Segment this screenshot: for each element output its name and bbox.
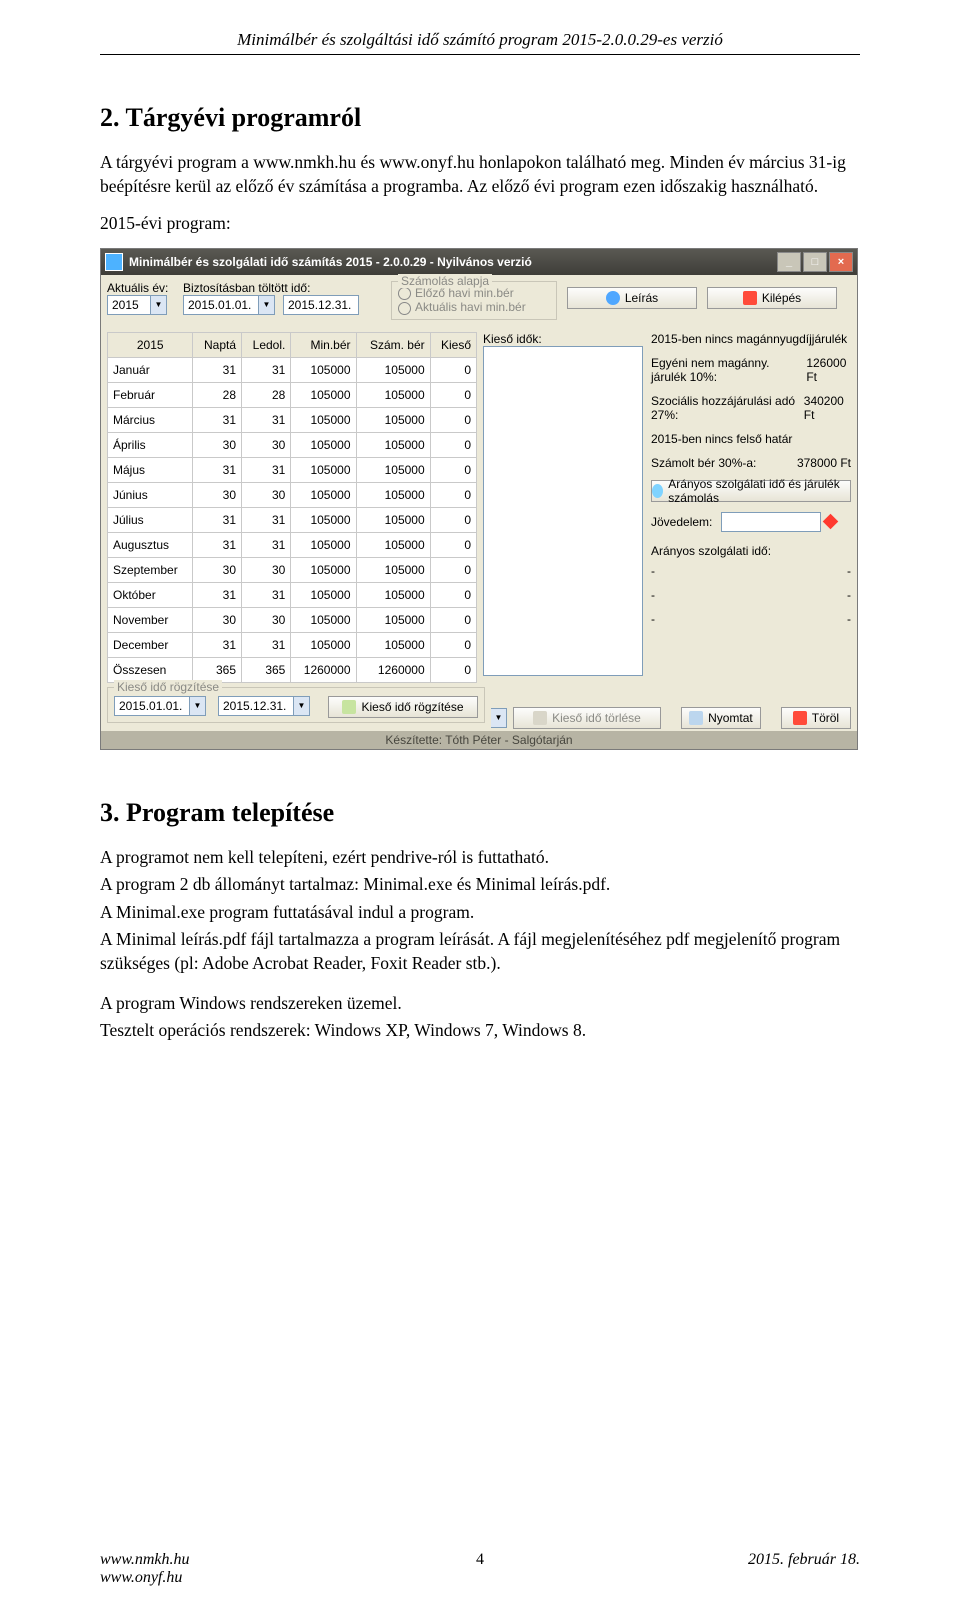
year-combo[interactable]: 2015 — [107, 295, 151, 315]
window-title: Minimálbér és szolgálati idő számítás 20… — [129, 255, 532, 269]
section3-title: 3. Program telepítése — [100, 798, 860, 828]
kieso-rogzit-button[interactable]: Kieső idő rögzítése — [328, 696, 478, 718]
nyomtat-button[interactable]: Nyomtat — [681, 707, 761, 729]
dash-row: -- — [651, 588, 851, 602]
section3-p3: A Minimal.exe program futtatásával indul… — [100, 901, 860, 925]
label-jovedelem: Jövedelem: — [651, 515, 721, 529]
chevron-down-icon[interactable]: ▼ — [491, 708, 507, 728]
right-line1: 2015-ben nincs magánnyugdíjjárulék — [651, 332, 851, 346]
close-button[interactable]: × — [829, 252, 853, 272]
right-line3: Szociális hozzájárulási adó 27%:340200 F… — [651, 394, 851, 422]
table-row: November30301050001050000 — [108, 607, 477, 632]
chevron-down-icon[interactable]: ▼ — [190, 696, 206, 716]
table-row: Február28281050001050000 — [108, 382, 477, 407]
dash-row: -- — [651, 564, 851, 578]
table-row: December31311050001050000 — [108, 632, 477, 657]
section3-p2: A program 2 db állományt tartalmaz: Mini… — [100, 873, 860, 897]
delete-icon — [533, 711, 547, 725]
app-screenshot: Minimálbér és szolgálati idő számítás 20… — [100, 248, 860, 750]
right-line2: Egyéni nem magánny. járulék 10%:126000 F… — [651, 356, 851, 384]
table-row: Július31311050001050000 — [108, 507, 477, 532]
app-icon — [105, 253, 123, 271]
aranyos-button[interactable]: Arányos szolgálati idő és járulék számol… — [651, 480, 851, 502]
section2-para: A tárgyévi program a www.nmkh.hu és www.… — [100, 151, 860, 198]
torol-button[interactable]: Töröl — [781, 707, 851, 729]
dash-row: -- — [651, 612, 851, 626]
label-bizt: Biztosításban töltött idő: — [183, 281, 383, 295]
radio-elozo: Előző havi min.bér — [398, 286, 550, 300]
section3-p5: A program Windows rendszereken üzemel. — [100, 992, 860, 1016]
kieso-listbox[interactable] — [483, 346, 643, 676]
kieso-to[interactable]: 2015.12.31. — [218, 696, 294, 716]
play-icon[interactable] — [823, 514, 839, 530]
label-aranyos-ido: Arányos szolgálati idő: — [651, 544, 851, 558]
page-number: 4 — [100, 1551, 860, 1569]
leiras-button[interactable]: Leírás — [567, 287, 697, 309]
save-icon — [342, 700, 356, 714]
table-row: Augusztus31311050001050000 — [108, 532, 477, 557]
section2-line2: 2015-évi program: — [100, 212, 860, 236]
chevron-down-icon[interactable]: ▼ — [294, 696, 310, 716]
chevron-down-icon[interactable]: ▼ — [259, 295, 275, 315]
refresh-icon — [652, 484, 663, 498]
table-row: Összesen365365126000012600000 — [108, 657, 477, 682]
kieso-from[interactable]: 2015.01.01. — [114, 696, 190, 716]
minimize-button[interactable]: _ — [777, 252, 801, 272]
months-table: 2015 Naptá Ledol. Min.bér Szám. bér Kies… — [107, 332, 477, 683]
table-row: Január31311050001050000 — [108, 357, 477, 382]
radio-aktualis: Aktuális havi min.bér — [398, 300, 550, 314]
table-row: Április30301050001050000 — [108, 432, 477, 457]
groupbox-kieso-title: Kieső idő rögzítése — [114, 680, 222, 694]
date-from[interactable]: 2015.01.01. — [183, 295, 259, 315]
groupbox-title: Számolás alapja — [398, 274, 492, 288]
section3-p1: A programot nem kell telepíteni, ezért p… — [100, 846, 860, 870]
power-icon — [743, 291, 757, 305]
label-year: Aktuális év: — [107, 281, 175, 295]
table-row: Június30301050001050000 — [108, 482, 477, 507]
right-line5: Számolt bér 30%-a:378000 Ft — [651, 456, 851, 470]
section3-p6: Tesztelt operációs rendszerek: Windows X… — [100, 1019, 860, 1043]
info-icon — [606, 291, 620, 305]
kieso-torles-button[interactable]: Kieső idő törlése — [513, 707, 661, 729]
maximize-button[interactable]: □ — [803, 252, 827, 272]
table-row: Május31311050001050000 — [108, 457, 477, 482]
cancel-icon — [793, 711, 807, 725]
chevron-down-icon[interactable]: ▼ — [151, 295, 167, 315]
table-header: 2015 Naptá Ledol. Min.bér Szám. bér Kies… — [108, 332, 477, 357]
kilepes-button[interactable]: Kilépés — [707, 287, 837, 309]
right-line4: 2015-ben nincs felső határ — [651, 432, 851, 446]
table-row: Október31311050001050000 — [108, 582, 477, 607]
status-bar: Készítette: Tóth Péter - Salgótarján — [101, 731, 857, 749]
print-icon — [689, 711, 703, 725]
jovedelem-input[interactable] — [721, 512, 821, 532]
section2-title: 2. Tárgyévi programról — [100, 103, 860, 133]
table-row: Március31311050001050000 — [108, 407, 477, 432]
table-row: Szeptember30301050001050000 — [108, 557, 477, 582]
section3-p4: A Minimal leírás.pdf fájl tartalmazza a … — [100, 928, 860, 975]
label-kieso: Kieső idők: — [483, 332, 643, 346]
doc-header: Minimálbér és szolgáltási idő számító pr… — [100, 30, 860, 55]
titlebar[interactable]: Minimálbér és szolgálati idő számítás 20… — [101, 249, 857, 275]
date-to[interactable]: 2015.12.31. — [283, 295, 359, 315]
